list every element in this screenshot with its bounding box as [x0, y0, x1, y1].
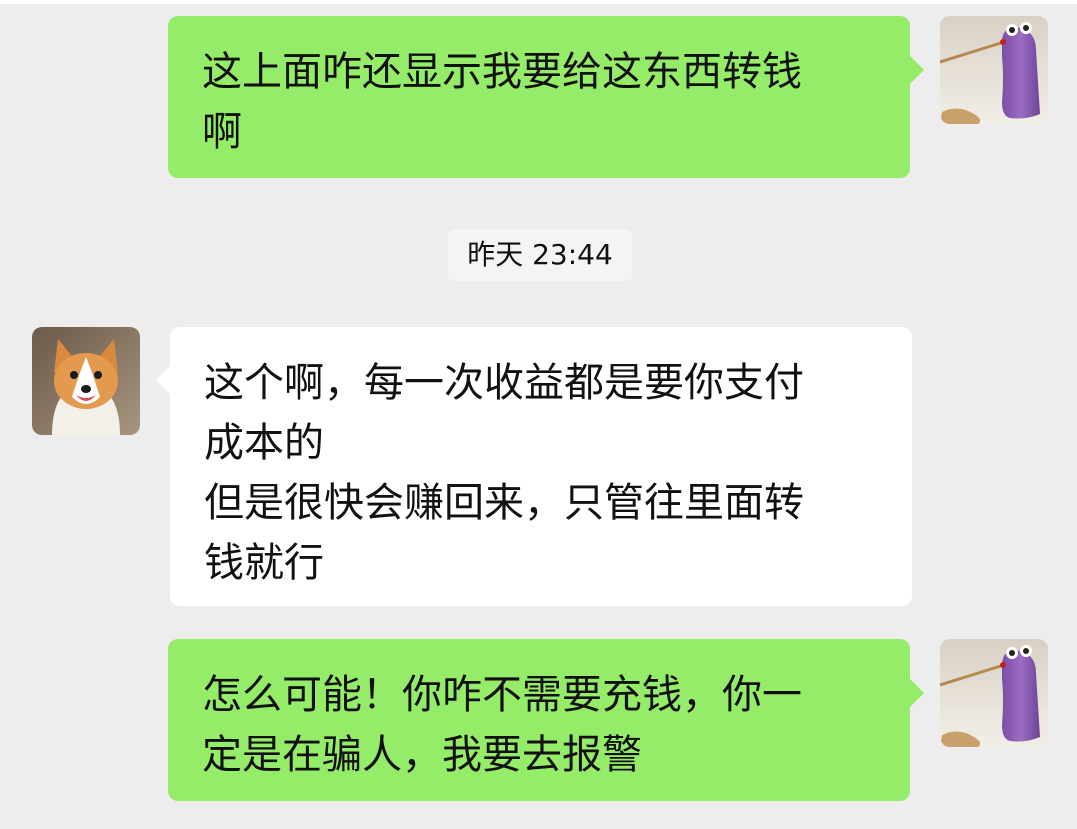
- bubble-tail: [910, 56, 924, 84]
- message-text-line: 钱就行: [204, 540, 324, 586]
- message-text-line: 但是很快会赚回来，只管往里面转: [204, 480, 804, 526]
- message-bubble-self[interactable]: 这上面咋还显示我要给这东西转钱 啊: [168, 16, 910, 178]
- message-text-line: 成本的: [204, 420, 324, 466]
- top-edge: [0, 0, 1077, 4]
- purple-figure-avatar[interactable]: [940, 16, 1048, 124]
- purple-figure-avatar[interactable]: [940, 639, 1048, 747]
- corgi-dog-icon: [32, 327, 140, 435]
- bubble-tail: [910, 679, 924, 707]
- message-text-line: 定是在骗人，我要去报警: [202, 732, 642, 778]
- corgi-dog-avatar[interactable]: [32, 327, 140, 435]
- time-stamp: 昨天 23:44: [448, 229, 632, 281]
- bubble-tail: [156, 366, 170, 394]
- message-text-line: 怎么可能！你咋不需要充钱，你一: [202, 672, 802, 718]
- message-text-line: 这上面咋还显示我要给这东西转钱: [202, 49, 802, 95]
- message-bubble-other[interactable]: 这个啊，每一次收益都是要你支付 成本的 但是很快会赚回来，只管往里面转 钱就行: [170, 327, 912, 606]
- purple-figure-icon: [940, 639, 1048, 747]
- message-bubble-self[interactable]: 怎么可能！你咋不需要充钱，你一 定是在骗人，我要去报警: [168, 639, 910, 801]
- message-text-line: 这个啊，每一次收益都是要你支付: [204, 360, 804, 406]
- message-text-line: 啊: [202, 109, 242, 155]
- purple-figure-icon: [940, 16, 1048, 124]
